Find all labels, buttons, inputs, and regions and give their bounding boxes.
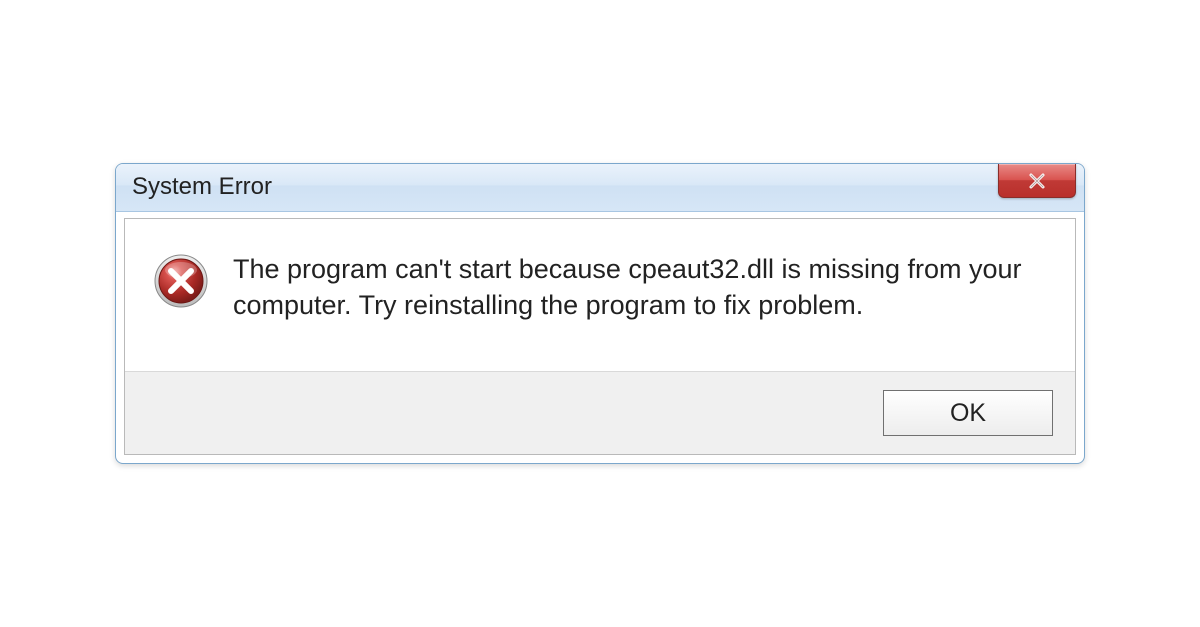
system-error-dialog: System Error bbox=[115, 163, 1085, 465]
ok-button[interactable]: OK bbox=[883, 390, 1053, 436]
content-area: The program can't start because cpeaut32… bbox=[125, 219, 1075, 372]
button-row: OK bbox=[125, 371, 1075, 454]
error-message: The program can't start because cpeaut32… bbox=[233, 251, 1047, 324]
titlebar[interactable]: System Error bbox=[116, 164, 1084, 212]
close-icon bbox=[1027, 171, 1047, 191]
dialog-body: The program can't start because cpeaut32… bbox=[124, 218, 1076, 456]
dialog-title: System Error bbox=[132, 173, 272, 201]
error-icon bbox=[153, 253, 209, 309]
close-button[interactable] bbox=[998, 164, 1076, 198]
